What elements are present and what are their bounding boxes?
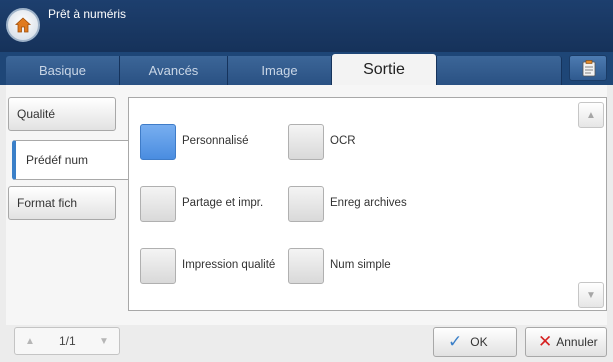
scroll-down-button[interactable]: ▼ bbox=[578, 282, 604, 308]
ok-button[interactable]: ✓ OK bbox=[433, 327, 517, 357]
option-personnalise-label: Personnalisé bbox=[182, 135, 249, 147]
tab-avances[interactable]: Avancés bbox=[120, 56, 228, 85]
option-ocr-button[interactable] bbox=[288, 124, 324, 160]
option-partage-button[interactable] bbox=[140, 186, 176, 222]
tab-basique[interactable]: Basique bbox=[6, 56, 120, 85]
sidebar-item-label: Prédéf num bbox=[26, 153, 89, 167]
app-header: Prêt à numéris bbox=[0, 0, 613, 52]
option-partage-label: Partage et impr. bbox=[182, 197, 264, 209]
clipboard-icon bbox=[582, 60, 596, 77]
sidebar-item-label: Qualité bbox=[17, 107, 56, 121]
pager: ▲ 1/1 ▼ bbox=[14, 327, 120, 355]
prev-page-button[interactable]: ▲ bbox=[21, 332, 39, 350]
option-ocr-label: OCR bbox=[330, 135, 356, 147]
check-icon: ✓ bbox=[448, 332, 463, 351]
sidebar-item-label: Format fich bbox=[17, 196, 78, 210]
ok-label: OK bbox=[470, 335, 488, 349]
sidebar-item-predef-num[interactable]: Prédéf num bbox=[12, 140, 134, 180]
cancel-label: Annuler bbox=[556, 335, 598, 349]
close-icon: ✕ bbox=[538, 332, 553, 351]
tab-image[interactable]: Image bbox=[228, 56, 332, 85]
chevron-up-icon: ▲ bbox=[586, 109, 596, 121]
option-personnalise-button[interactable] bbox=[140, 124, 176, 160]
tab-bar-filler bbox=[436, 56, 562, 85]
page-indicator: 1/1 bbox=[59, 334, 76, 348]
home-button[interactable] bbox=[6, 8, 40, 42]
cancel-button[interactable]: ✕ Annuler bbox=[525, 327, 607, 357]
sidebar-item-format-fich[interactable]: Format fich bbox=[8, 186, 116, 220]
chevron-down-icon: ▼ bbox=[586, 289, 596, 301]
scroll-up-button[interactable]: ▲ bbox=[578, 102, 604, 128]
option-impression-qualite-button[interactable] bbox=[140, 248, 176, 284]
option-num-simple-label: Num simple bbox=[330, 259, 391, 271]
option-impression-qualite-label: Impression qualité bbox=[182, 259, 276, 271]
home-icon bbox=[14, 17, 32, 33]
tab-sortie[interactable]: Sortie bbox=[332, 54, 436, 85]
job-settings-button[interactable] bbox=[569, 55, 607, 81]
next-page-button[interactable]: ▼ bbox=[95, 332, 113, 350]
chevron-down-icon: ▼ bbox=[99, 335, 109, 347]
option-num-simple-button[interactable] bbox=[288, 248, 324, 284]
chevron-up-icon: ▲ bbox=[25, 335, 35, 347]
sidebar-item-qualite[interactable]: Qualité bbox=[8, 97, 116, 131]
page-title: Prêt à numéris bbox=[48, 7, 127, 21]
option-enreg-archives-label: Enreg archives bbox=[330, 197, 407, 209]
option-enreg-archives-button[interactable] bbox=[288, 186, 324, 222]
